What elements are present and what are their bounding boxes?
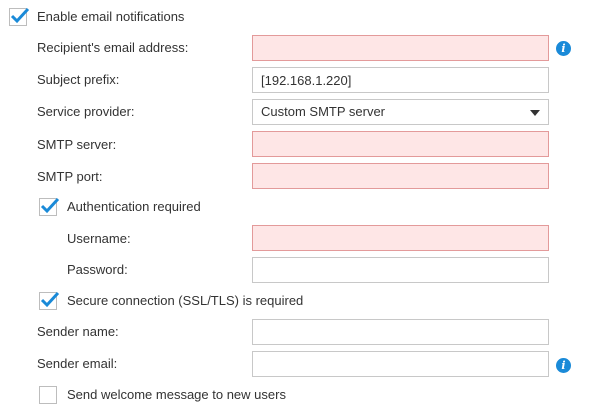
password-input[interactable]: [252, 257, 549, 283]
checkmark-icon: [10, 7, 30, 24]
welcome-message-label: Send welcome message to new users: [67, 387, 286, 402]
sender-name-input[interactable]: [252, 319, 549, 345]
sender-email-info-icon[interactable]: i: [556, 358, 571, 373]
username-input[interactable]: [252, 225, 549, 251]
sender-email-input[interactable]: [252, 351, 549, 377]
password-label: Password:: [67, 262, 128, 277]
secure-connection-checkbox[interactable]: [39, 291, 60, 310]
subject-prefix-input[interactable]: [252, 67, 549, 93]
smtp-port-input[interactable]: [252, 163, 549, 189]
recipient-label: Recipient's email address:: [37, 40, 189, 55]
auth-required-checkbox[interactable]: [39, 197, 60, 216]
checkmark-icon: [40, 197, 60, 214]
sender-email-label: Sender email:: [37, 356, 118, 371]
checkmark-icon: [40, 291, 60, 308]
smtp-server-input[interactable]: [252, 131, 549, 157]
enable-notifications-checkbox[interactable]: [9, 7, 30, 26]
welcome-message-checkbox[interactable]: [39, 386, 57, 404]
subject-prefix-label: Subject prefix:: [37, 72, 120, 87]
enable-notifications-label: Enable email notifications: [37, 9, 185, 24]
smtp-server-label: SMTP server:: [37, 137, 117, 152]
service-provider-value: Custom SMTP server: [261, 104, 386, 119]
username-label: Username:: [67, 231, 131, 246]
smtp-port-label: SMTP port:: [37, 169, 103, 184]
chevron-down-icon: [530, 110, 540, 116]
sender-name-label: Sender name:: [37, 324, 119, 339]
recipient-email-input[interactable]: [252, 35, 549, 61]
service-provider-select[interactable]: Custom SMTP server: [252, 99, 549, 125]
recipient-info-icon[interactable]: i: [556, 41, 571, 56]
auth-required-label: Authentication required: [67, 199, 201, 214]
secure-connection-label: Secure connection (SSL/TLS) is required: [67, 293, 304, 308]
service-provider-label: Service provider:: [37, 104, 135, 119]
